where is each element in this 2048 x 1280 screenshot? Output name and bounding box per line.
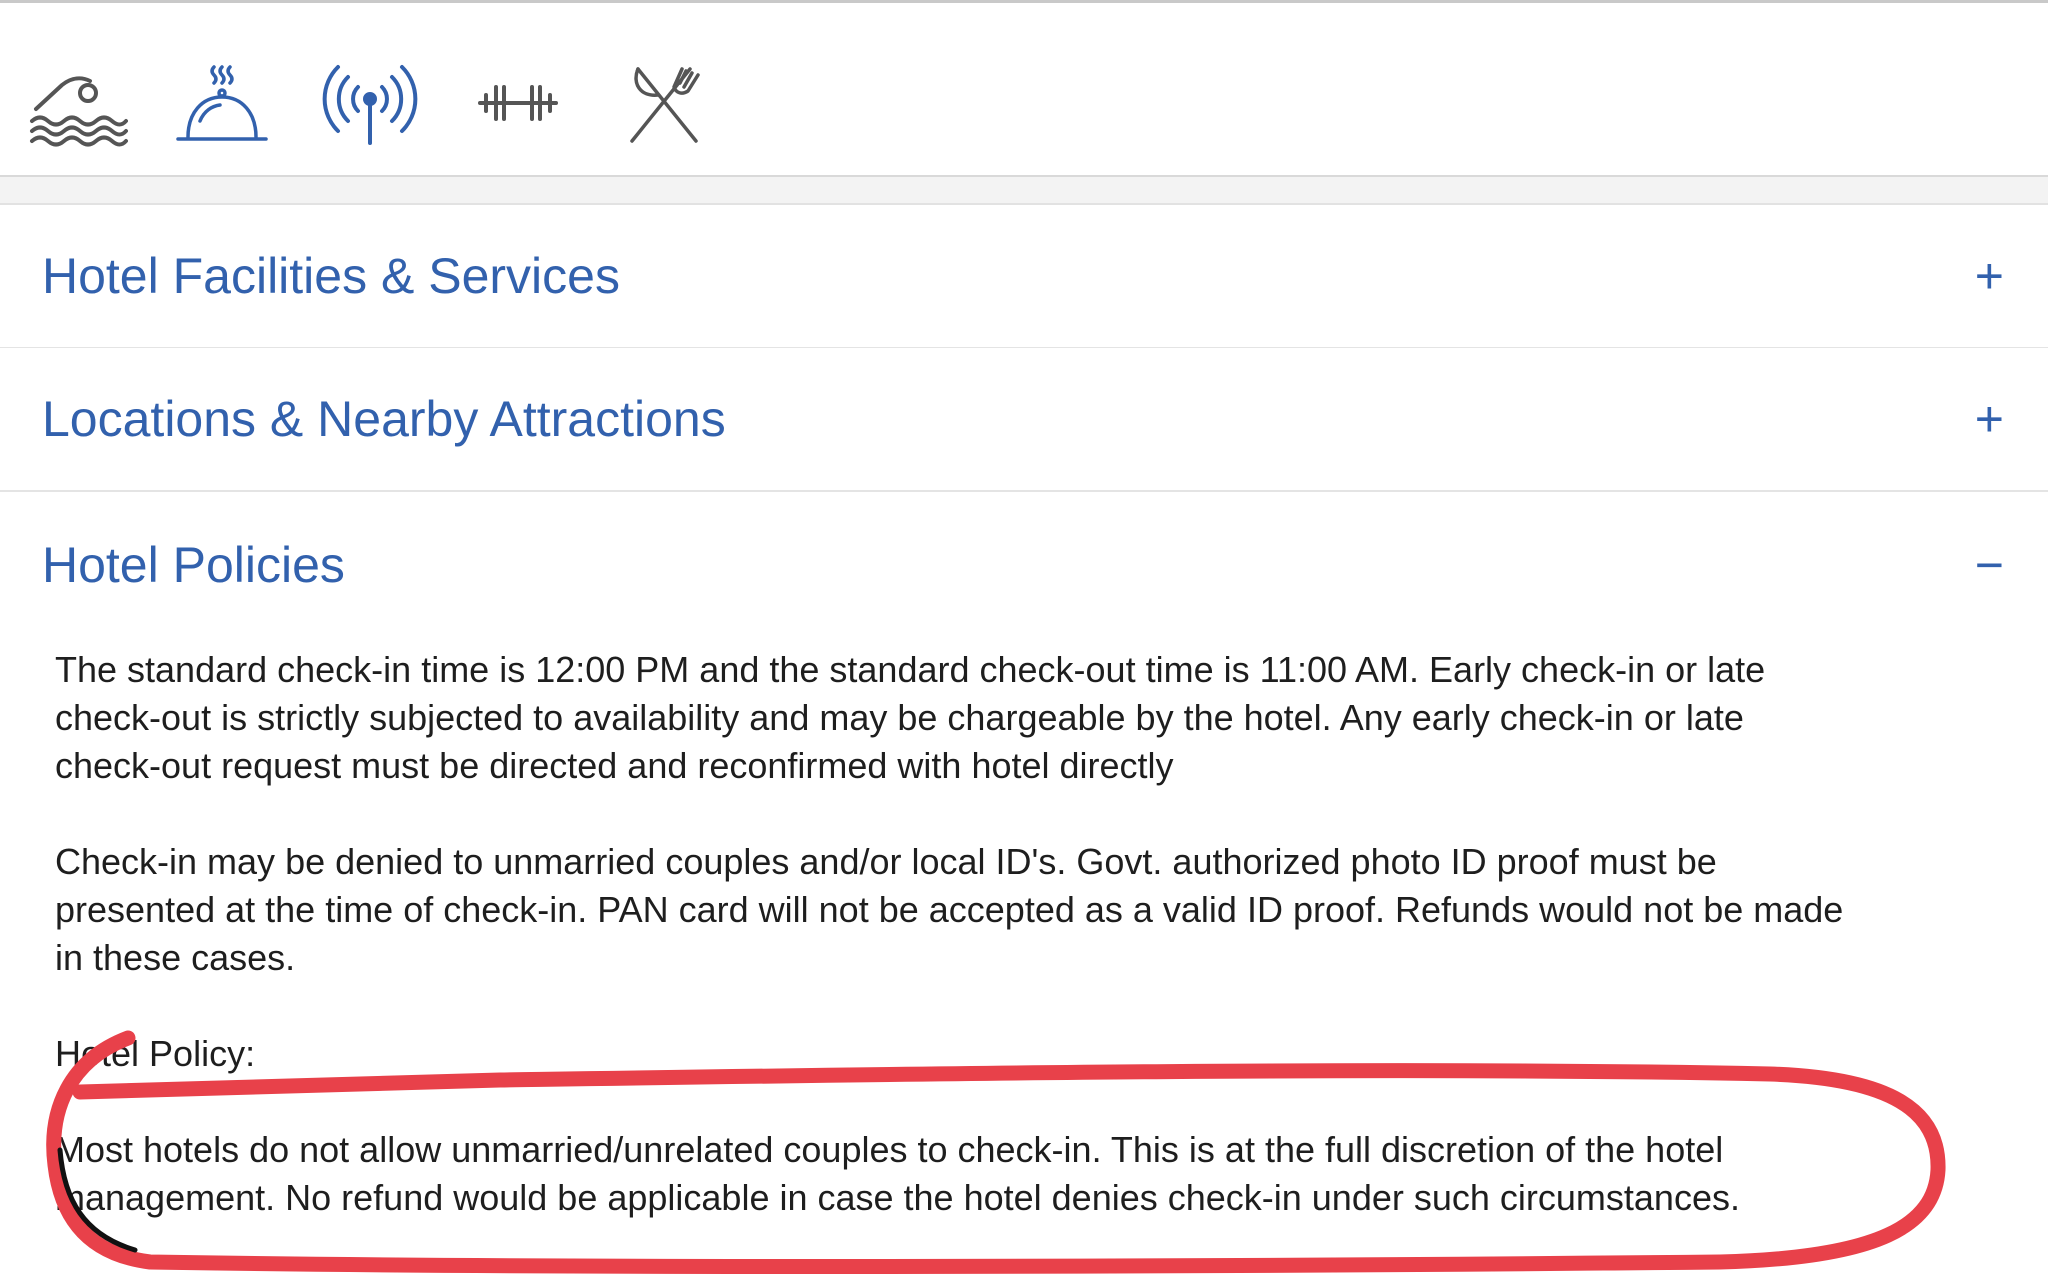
- accordion-title: Locations & Nearby Attractions: [42, 391, 726, 447]
- section-separator: [0, 177, 2048, 205]
- policy-line: check-out is strictly subjected to avail…: [55, 697, 1744, 738]
- accordion-locations-attractions[interactable]: Locations & Nearby Attractions +: [0, 348, 2048, 492]
- collapse-minus-icon[interactable]: −: [1975, 490, 2004, 640]
- policy-line: management. No refund would be applicabl…: [55, 1177, 1740, 1218]
- amenities-bar: [0, 3, 2048, 177]
- wifi-icon: [320, 63, 420, 147]
- restaurant-icon: [614, 63, 714, 147]
- policy-line: Most hotels do not allow unmarried/unrel…: [55, 1129, 1724, 1170]
- gym-dumbbell-icon: [468, 63, 568, 147]
- hotel-policies-content: The standard check-in time is 12:00 PM a…: [55, 646, 2005, 1222]
- check-in-policy-paragraph: The standard check-in time is 12:00 PM a…: [55, 646, 2005, 790]
- swimming-pool-icon: [28, 63, 128, 147]
- expand-plus-icon[interactable]: +: [1975, 348, 2004, 490]
- policy-line: in these cases.: [55, 937, 296, 978]
- room-service-icon: [172, 63, 272, 147]
- policy-line: The standard check-in time is 12:00 PM a…: [55, 649, 1766, 690]
- id-proof-policy-paragraph: Check-in may be denied to unmarried coup…: [55, 838, 2005, 982]
- expand-plus-icon[interactable]: +: [1975, 205, 2004, 347]
- accordion-hotel-policies[interactable]: Hotel Policies −: [0, 490, 2048, 640]
- couples-policy-paragraph: Most hotels do not allow unmarried/unrel…: [55, 1126, 2005, 1222]
- accordion-title: Hotel Facilities & Services: [42, 248, 620, 304]
- hotel-policy-label: Hotel Policy:: [55, 1033, 256, 1074]
- accordion-hotel-facilities[interactable]: Hotel Facilities & Services +: [0, 205, 2048, 349]
- policy-line: presented at the time of check-in. PAN c…: [55, 889, 1844, 930]
- policy-line: Check-in may be denied to unmarried coup…: [55, 841, 1717, 882]
- policy-line: check-out request must be directed and r…: [55, 745, 1174, 786]
- accordion-title: Hotel Policies: [42, 537, 345, 593]
